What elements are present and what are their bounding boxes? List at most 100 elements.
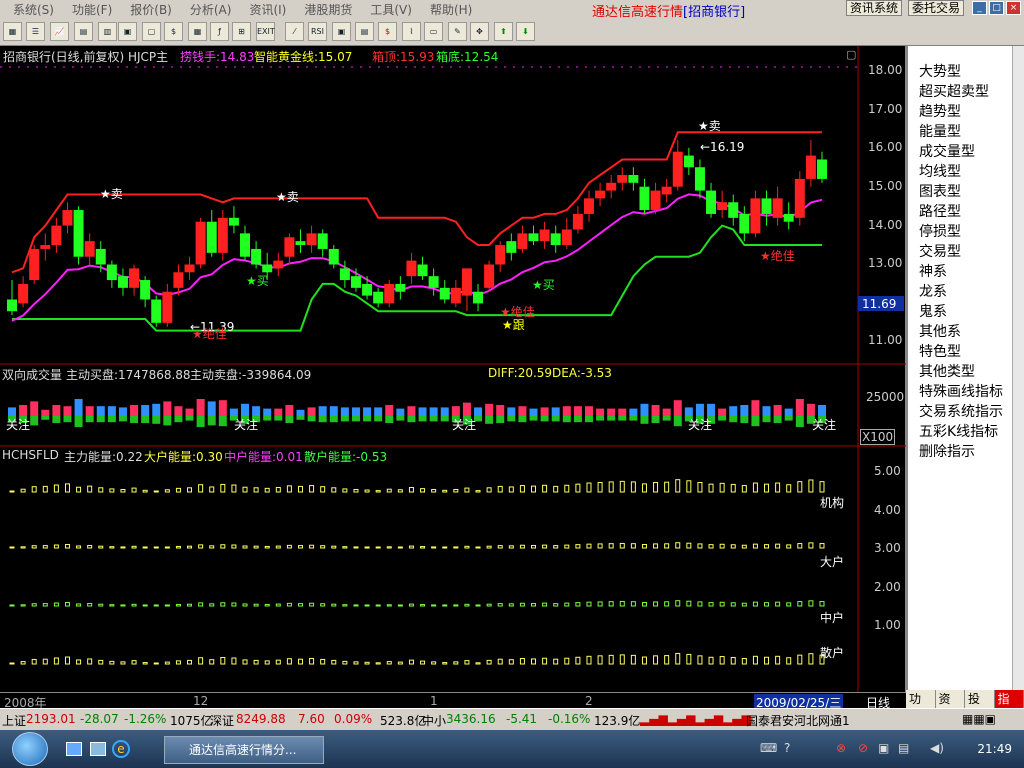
volume-bar-sell <box>651 416 660 423</box>
switch-windows-icon[interactable] <box>90 742 106 756</box>
tab-info[interactable]: 资讯 <box>936 690 965 724</box>
menu-info[interactable]: 资讯(I) <box>240 1 295 18</box>
energy-bar <box>297 603 303 607</box>
energy-bar <box>320 545 326 549</box>
arrow-up-icon[interactable]: ⬆ <box>494 22 513 41</box>
taskbar-app-tdx[interactable]: 通达信高速行情分... <box>164 736 324 764</box>
ie-icon[interactable]: e <box>112 740 130 758</box>
menu-system[interactable]: 系统(S) <box>4 1 63 18</box>
sidebar-item[interactable]: 五彩K线指标 <box>919 421 998 441</box>
energy-bar <box>231 544 237 549</box>
line-icon[interactable]: ⁄ <box>285 22 304 41</box>
keyboard-icon[interactable]: ⌨ <box>760 741 777 755</box>
rsi-icon[interactable]: RSI <box>308 22 327 41</box>
candle <box>639 186 650 211</box>
sidebar-item[interactable]: 均线型 <box>919 161 961 181</box>
volume-icon[interactable]: ◀) <box>930 741 944 755</box>
draw-icon[interactable]: ⌇ <box>402 22 421 41</box>
move-icon[interactable]: ✥ <box>470 22 489 41</box>
sidebar-item[interactable]: 鬼系 <box>919 301 947 321</box>
menu-analysis[interactable]: 分析(A) <box>181 1 241 18</box>
candle <box>484 264 495 288</box>
restore-panel-icon[interactable]: ▢ <box>846 48 856 61</box>
energy-bar <box>331 659 337 665</box>
energy-bar <box>164 604 170 607</box>
sidebar-item[interactable]: 图表型 <box>919 181 961 201</box>
show-desktop-icon[interactable] <box>66 742 82 756</box>
report-icon[interactable]: ▥ <box>98 22 117 41</box>
dollar-icon[interactable]: $ <box>378 22 397 41</box>
arrow-down-icon[interactable]: ⬇ <box>516 22 535 41</box>
start-button[interactable] <box>12 732 48 766</box>
layout-icon[interactable]: ▤ <box>355 22 374 41</box>
menu-function[interactable]: 功能(F) <box>63 1 121 18</box>
energy-bar <box>464 487 470 493</box>
tray-icon[interactable]: ▣ <box>878 741 889 755</box>
sidebar-item[interactable]: 神系 <box>919 261 947 281</box>
energy-bar <box>375 490 381 493</box>
menu-hk-futures[interactable]: 港股期货 <box>295 1 361 18</box>
sidebar-item[interactable]: 龙系 <box>919 281 947 301</box>
trade-button[interactable]: 委托交易 <box>908 0 965 16</box>
sidebar-item[interactable]: 交易系统指示 <box>919 401 1003 421</box>
eraser-icon[interactable]: ▭ <box>424 22 443 41</box>
menu-help[interactable]: 帮助(H) <box>421 1 481 18</box>
kline-icon[interactable]: 📈 <box>50 22 69 41</box>
network-icon[interactable]: ▤ <box>898 741 909 755</box>
energy-bar <box>542 602 548 607</box>
pencil-icon[interactable]: ✎ <box>448 22 467 41</box>
tab-function[interactable]: 功能 <box>906 690 936 724</box>
info-system-button[interactable]: 资讯系统 <box>846 0 903 16</box>
energy-bar <box>575 602 581 607</box>
grid-icon[interactable]: ▦ <box>3 22 22 41</box>
chart-area[interactable]: 11.69 ★卖 ★卖 ★卖 ★买 ★买 ←11.39 ←16.19 ★绝佳 ★… <box>0 46 906 692</box>
energy-bar <box>653 655 659 665</box>
maximize-icon[interactable]: □ <box>989 1 1004 15</box>
main-energy-label: 主力能量:0.22 <box>64 450 143 464</box>
sidebar-item[interactable]: 超买超卖型 <box>919 81 989 101</box>
table-icon[interactable]: ▤ <box>74 22 93 41</box>
news-icon[interactable]: ▣ <box>118 22 137 41</box>
indicator-icon[interactable]: ▦ <box>188 22 207 41</box>
energy-bar <box>253 603 259 607</box>
menu-quote[interactable]: 报价(B) <box>121 1 181 18</box>
sidebar-item[interactable]: 能量型 <box>919 121 961 141</box>
volume-bar-buy <box>607 408 616 416</box>
energy-bar <box>786 657 792 665</box>
sidebar-item[interactable]: 删除指示 <box>919 441 975 461</box>
sidebar-item[interactable]: 交易型 <box>919 241 961 261</box>
sidebar-scrollbar[interactable] <box>1012 46 1024 692</box>
sidebar-item[interactable]: 其他类型 <box>919 361 975 381</box>
formula-icon[interactable]: ƒ <box>210 22 229 41</box>
chart-window-icon[interactable]: ▢ <box>142 22 161 41</box>
money-icon[interactable]: $ <box>164 22 183 41</box>
sidebar-item[interactable]: 其他系 <box>919 321 961 341</box>
sidebar-item[interactable]: 大势型 <box>919 61 961 81</box>
stop-icon[interactable]: ⊘ <box>858 741 868 755</box>
menu-tools[interactable]: 工具(V) <box>361 1 421 18</box>
close-icon[interactable]: × <box>1006 1 1021 15</box>
tab-indicator[interactable]: 指标 <box>994 690 1024 724</box>
sme-index-value: 3436.16 <box>446 712 496 726</box>
sidebar-item[interactable]: 趋势型 <box>919 101 961 121</box>
list-icon[interactable]: ☰ <box>26 22 45 41</box>
sidebar-item[interactable]: 成交量型 <box>919 141 975 161</box>
volume-bar-sell <box>629 416 638 421</box>
help-icon[interactable]: ? <box>784 741 790 755</box>
sidebar-item[interactable]: 停损型 <box>919 221 961 241</box>
energy-bar <box>630 654 636 665</box>
minimize-icon[interactable]: _ <box>972 1 987 15</box>
sidebar-item[interactable]: 特殊画线指标 <box>919 381 1003 401</box>
energy-bar <box>431 604 437 607</box>
sidebar-item[interactable]: 特色型 <box>919 341 961 361</box>
energy-bar <box>20 488 26 493</box>
exit-icon[interactable]: EXIT <box>256 22 275 41</box>
sidebar-item[interactable]: 路径型 <box>919 201 961 221</box>
window-icon[interactable]: ▣ <box>332 22 351 41</box>
error-icon[interactable]: ⊗ <box>836 741 846 755</box>
status-tool-icons[interactable]: ▦▦▣ <box>962 712 996 726</box>
energy-bar <box>497 658 503 665</box>
tab-vote[interactable]: 投票 <box>965 690 995 724</box>
energy-bar <box>397 604 403 607</box>
compare-icon[interactable]: ⊞ <box>232 22 251 41</box>
